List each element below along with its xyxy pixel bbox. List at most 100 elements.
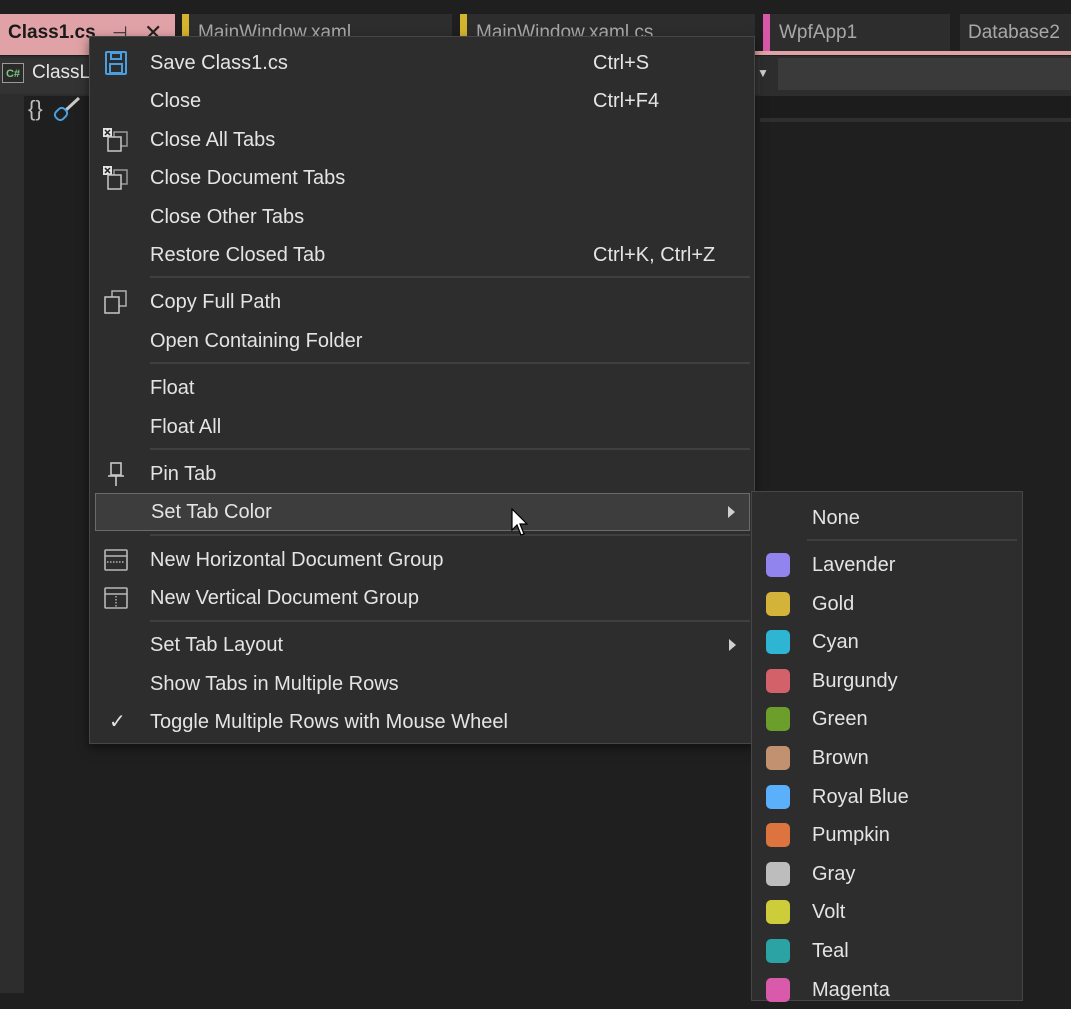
color-swatch-icon	[766, 823, 790, 848]
menu-separator	[150, 448, 750, 450]
menu-item-shortcut: Ctrl+K, Ctrl+Z	[593, 244, 716, 266]
menu-item-label: Toggle Multiple Rows with Mouse Wheel	[150, 711, 508, 733]
color-option-label: Cyan	[812, 631, 859, 654]
color-option-none[interactable]: None	[752, 499, 1022, 537]
color-option-label: None	[812, 507, 860, 529]
tab-label: Database2	[968, 22, 1060, 43]
menu-separator	[150, 620, 750, 622]
editor-gutter	[0, 96, 24, 993]
tab-label: WpfApp1	[779, 22, 858, 43]
color-option-gray[interactable]: Gray	[752, 855, 1022, 893]
menu-item-pin-tab[interactable]: Pin Tab	[95, 456, 750, 492]
submenu-arrow-icon	[728, 506, 735, 518]
menu-item-label: Close All Tabs	[150, 129, 276, 151]
menu-item-new-horizontal-document-group[interactable]: New Horizontal Document Group	[95, 542, 750, 578]
menu-item-close-all-tabs[interactable]: Close All Tabs	[95, 122, 750, 158]
menu-separator	[150, 276, 750, 278]
color-option-label: Royal Blue	[812, 785, 909, 808]
menu-item-set-tab-color[interactable]: Set Tab Color	[95, 493, 750, 531]
menu-item-float[interactable]: Float	[95, 370, 750, 406]
menu-item-label: New Horizontal Document Group	[150, 549, 444, 571]
color-option-gold[interactable]: Gold	[752, 585, 1022, 623]
color-option-label: Lavender	[812, 554, 896, 576]
tab-label: Class1.cs	[8, 22, 96, 43]
color-swatch-icon	[766, 630, 790, 655]
menu-item-save[interactable]: Save Class1.cs Ctrl+S	[95, 45, 750, 81]
menu-item-restore-closed-tab[interactable]: Restore Closed Tab Ctrl+K, Ctrl+Z	[95, 237, 750, 273]
screwdriver-icon	[53, 96, 81, 122]
namespace-icon: {}	[28, 96, 43, 121]
menu-separator	[807, 539, 1017, 541]
editor-top-bar	[760, 96, 1071, 122]
color-option-teal[interactable]: Teal	[752, 932, 1022, 970]
color-swatch-icon	[766, 746, 790, 770]
color-option-lavender[interactable]: Lavender	[752, 546, 1022, 584]
tab-color-submenu: None Lavender Gold Cyan Burgundy Green Brown R…	[751, 491, 1023, 1002]
tab-database2[interactable]: Database2	[960, 14, 1071, 52]
horizontal-group-icon	[104, 549, 128, 571]
color-option-pumpkin[interactable]: Pumpkin	[752, 816, 1022, 854]
color-option-label: Pumpkin	[812, 824, 890, 847]
save-icon	[105, 51, 127, 75]
menu-item-new-vertical-document-group[interactable]: New Vertical Document Group	[95, 580, 750, 616]
menu-item-set-tab-layout[interactable]: Set Tab Layout	[95, 627, 750, 663]
color-swatch-icon	[766, 861, 790, 886]
pin-icon	[108, 462, 124, 486]
mouse-cursor-icon	[511, 508, 529, 536]
menu-item-label: Close	[150, 90, 202, 112]
menu-item-toggle-multiple-rows-mouse-wheel[interactable]: ✓ Toggle Multiple Rows with Mouse Wheel	[95, 704, 750, 740]
chevron-down-icon[interactable]: ▼	[757, 66, 769, 80]
project-label: ClassL	[32, 62, 91, 83]
color-swatch-icon	[766, 784, 790, 809]
checkmark-icon: ✓	[109, 711, 126, 733]
color-option-burgundy[interactable]: Burgundy	[752, 662, 1022, 700]
color-option-label: Brown	[812, 747, 869, 769]
menu-item-label: Set Tab Color	[151, 501, 272, 523]
menu-item-close[interactable]: Close Ctrl+F4	[95, 83, 750, 119]
menu-item-label: Show Tabs in Multiple Rows	[150, 673, 399, 695]
tab-wpfapp1[interactable]: WpfApp1	[763, 14, 950, 52]
color-option-label: Magenta	[812, 978, 890, 1001]
color-option-label: Gold	[812, 592, 855, 615]
color-option-label: Volt	[812, 901, 846, 924]
color-option-brown[interactable]: Brown	[752, 739, 1022, 777]
tab-context-menu: Save Class1.cs Ctrl+S Close Ctrl+F4 Clos…	[89, 36, 755, 744]
color-swatch-icon	[766, 591, 790, 616]
menu-item-label: Close Document Tabs	[150, 167, 346, 189]
color-option-magenta[interactable]: Magenta	[752, 971, 1022, 1009]
menu-item-shortcut: Ctrl+F4	[593, 90, 660, 112]
menu-separator	[150, 362, 750, 364]
csharp-icon: C#	[2, 63, 24, 83]
tab-color-stripe	[763, 14, 770, 52]
menu-item-copy-full-path[interactable]: Copy Full Path	[95, 284, 750, 320]
menu-item-open-containing-folder[interactable]: Open Containing Folder	[95, 323, 750, 359]
menu-item-label: Float All	[150, 416, 222, 438]
color-option-label: Gray	[812, 862, 856, 885]
menu-item-label: New Vertical Document Group	[150, 587, 420, 609]
color-option-label: Burgundy	[812, 669, 898, 692]
color-option-cyan[interactable]: Cyan	[752, 623, 1022, 661]
menu-item-float-all[interactable]: Float All	[95, 409, 750, 445]
menu-item-close-document-tabs[interactable]: Close Document Tabs	[95, 160, 750, 196]
color-swatch-icon	[766, 553, 790, 577]
member-dropdown[interactable]	[778, 58, 1071, 90]
vertical-group-icon	[104, 587, 128, 609]
color-option-volt[interactable]: Volt	[752, 893, 1022, 931]
close-all-tabs-icon	[103, 128, 128, 152]
menu-item-close-other-tabs[interactable]: Close Other Tabs	[95, 199, 750, 235]
menu-separator	[150, 534, 750, 536]
menu-item-show-tabs-in-multiple-rows[interactable]: Show Tabs in Multiple Rows	[95, 666, 750, 702]
color-option-royal-blue[interactable]: Royal Blue	[752, 778, 1022, 816]
color-swatch-icon	[766, 668, 790, 693]
menu-item-shortcut: Ctrl+S	[593, 52, 650, 74]
color-swatch-icon	[766, 977, 790, 1002]
color-option-label: Teal	[812, 940, 849, 962]
color-option-green[interactable]: Green	[752, 700, 1022, 738]
menu-item-label: Save Class1.cs	[150, 52, 288, 74]
menu-item-label: Float	[150, 377, 195, 399]
menu-item-label: Copy Full Path	[150, 291, 282, 313]
close-document-tabs-icon	[103, 166, 128, 190]
color-swatch-icon	[766, 707, 790, 732]
color-swatch-icon	[766, 900, 790, 925]
menu-item-label: Pin Tab	[150, 463, 217, 485]
